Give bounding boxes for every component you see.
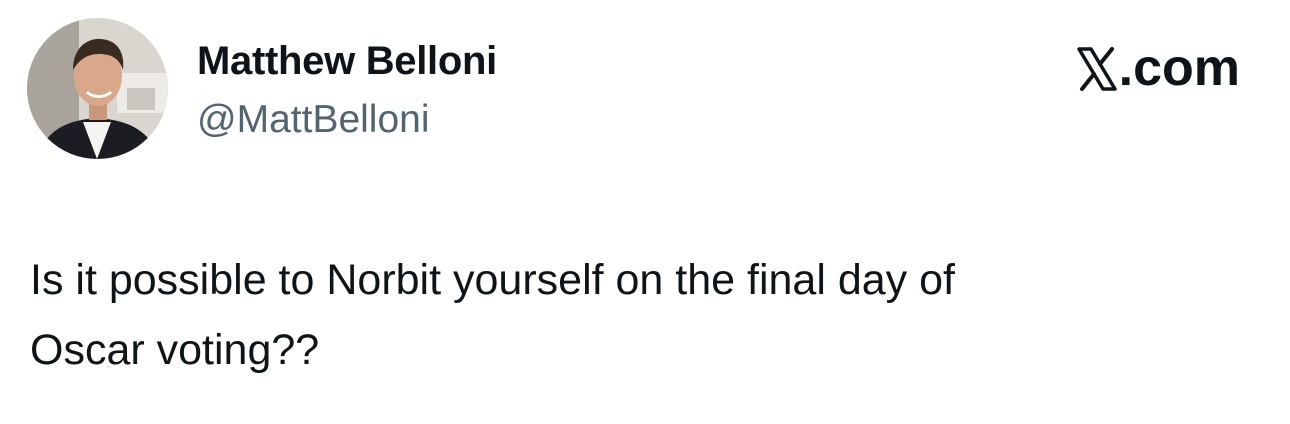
x-com-brand: .com — [1076, 39, 1240, 97]
avatar[interactable] — [27, 18, 168, 159]
author-display-name[interactable]: Matthew Belloni — [197, 37, 497, 85]
brand-suffix: .com — [1118, 39, 1240, 97]
author-handle[interactable]: @MattBelloni — [197, 97, 430, 143]
profile-photo-icon — [27, 18, 168, 159]
tweet-text: Is it possible to Norbit yourself on the… — [30, 256, 955, 374]
x-logo-icon — [1076, 46, 1117, 91]
